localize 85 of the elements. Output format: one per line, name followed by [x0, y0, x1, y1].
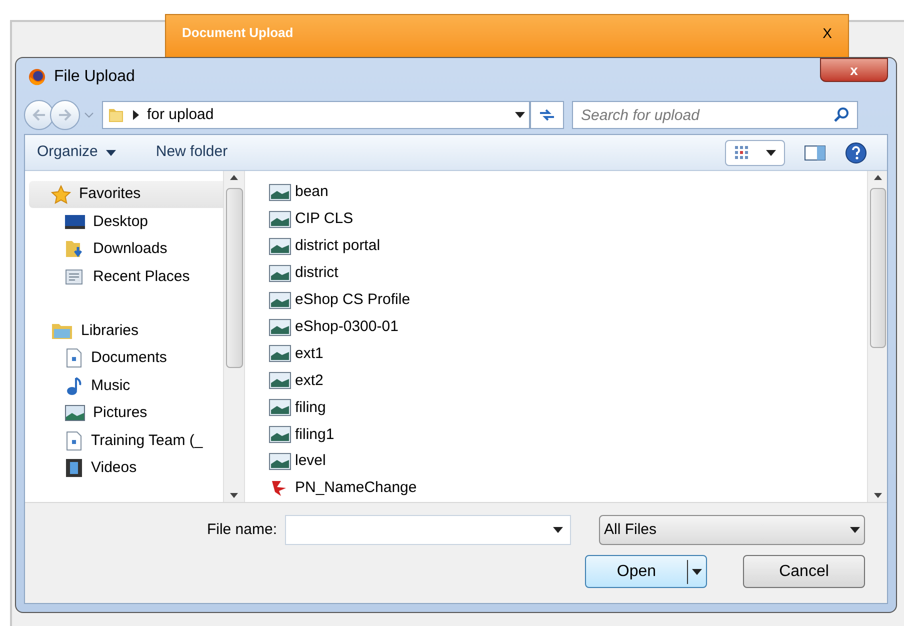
dialog-title: Document Upload — [182, 24, 294, 42]
sidebar-item[interactable]: Videos — [29, 454, 223, 482]
picture-icon — [269, 264, 291, 282]
file-item[interactable]: bean — [269, 179, 867, 206]
scrollbar[interactable] — [867, 171, 887, 502]
picture-icon — [269, 426, 291, 444]
new-folder-button[interactable]: New folder — [156, 141, 228, 164]
monitor-icon — [65, 214, 85, 230]
caret-icon — [106, 150, 116, 156]
folder-icon — [107, 106, 125, 124]
file-item[interactable]: filing1 — [269, 421, 867, 448]
sidebar-item[interactable]: Documents — [29, 344, 223, 372]
picture-icon — [269, 453, 291, 470]
down-arrow-icon — [230, 493, 238, 498]
open-button[interactable]: Open — [585, 555, 707, 588]
document-icon — [65, 348, 83, 368]
search-field[interactable]: Search for upload — [572, 101, 858, 129]
cancel-button[interactable]: Cancel — [743, 555, 865, 588]
file-item[interactable]: eShop CS Profile — [269, 286, 867, 314]
refresh-button[interactable] — [530, 101, 564, 129]
grid-icon — [734, 144, 750, 160]
file-item[interactable]: district portal — [269, 232, 867, 260]
help-button[interactable] — [845, 142, 867, 164]
picture-icon — [269, 372, 291, 390]
star-icon — [51, 184, 71, 204]
file-item[interactable]: eShop-0300-01 — [269, 314, 867, 341]
file-item[interactable]: ext2 — [269, 367, 867, 394]
pane-icon — [804, 144, 826, 160]
file-item[interactable]: ext1 — [269, 340, 867, 368]
sidebar-item[interactable]: Training Team (_ — [29, 427, 223, 454]
recent-places-icon — [65, 266, 85, 287]
open-label[interactable]: Open — [586, 560, 687, 584]
firefox-icon — [28, 68, 46, 86]
picture-icon — [269, 210, 291, 228]
file-item[interactable]: level — [269, 448, 867, 476]
path-text: for upload — [147, 104, 215, 125]
refresh-icon — [538, 108, 556, 122]
picture-icon — [65, 405, 85, 422]
caret-icon — [766, 150, 776, 156]
search-icon — [834, 107, 850, 123]
forward-button[interactable] — [50, 100, 80, 130]
file-item[interactable]: filing — [269, 394, 867, 422]
field-label: File name: — [206, 520, 277, 540]
sidebar-section[interactable]: Favorites — [29, 181, 223, 208]
up-arrow-icon — [230, 175, 238, 180]
sidebar-item[interactable]: Downloads — [29, 236, 223, 263]
file-item[interactable]: PN_NameChange — [269, 475, 867, 502]
caret-icon — [84, 111, 94, 119]
dropdown-caret-icon — [850, 527, 860, 533]
address-bar[interactable]: for upload — [102, 101, 530, 129]
picture-icon — [269, 292, 291, 309]
down-arrow-icon — [874, 493, 882, 498]
left-arrow-icon — [32, 109, 46, 121]
music-note-icon — [65, 376, 83, 396]
picture-icon — [269, 184, 291, 201]
sidebar-item[interactable]: Desktop — [29, 208, 223, 236]
dropdown-caret-icon — [553, 527, 563, 533]
sidebar-item[interactable]: Recent Places — [29, 263, 223, 290]
sidebar-section[interactable]: Libraries — [29, 318, 223, 344]
file-item[interactable]: district — [269, 260, 867, 287]
close-button[interactable]: x — [820, 58, 888, 82]
file-name-field[interactable] — [285, 515, 571, 545]
film-icon — [65, 458, 83, 478]
file-item[interactable]: CIP CLS — [269, 206, 867, 233]
up-arrow-icon — [874, 175, 882, 180]
picture-icon — [269, 399, 291, 416]
sidebar-item[interactable]: Pictures — [29, 400, 223, 427]
view-options-button[interactable] — [725, 140, 785, 166]
right-arrow-icon — [58, 109, 72, 121]
window-title: File Upload — [54, 67, 135, 87]
organize-menu[interactable]: Organize — [37, 141, 116, 164]
picture-icon — [269, 345, 291, 362]
help-icon — [845, 142, 867, 164]
close-button[interactable]: X — [822, 23, 832, 44]
picture-icon — [269, 238, 291, 255]
chevron-icon — [133, 110, 139, 120]
back-button[interactable] — [24, 100, 54, 130]
file-type-dropdown[interactable]: All Files — [599, 515, 865, 545]
folder-download-icon — [65, 239, 85, 260]
sidebar-item[interactable]: Music — [29, 372, 223, 400]
document-icon — [65, 430, 83, 451]
dropdown-caret-icon — [515, 112, 525, 118]
picture-icon — [269, 318, 291, 336]
scrollbar[interactable] — [223, 171, 245, 502]
folder-icon — [51, 322, 73, 340]
